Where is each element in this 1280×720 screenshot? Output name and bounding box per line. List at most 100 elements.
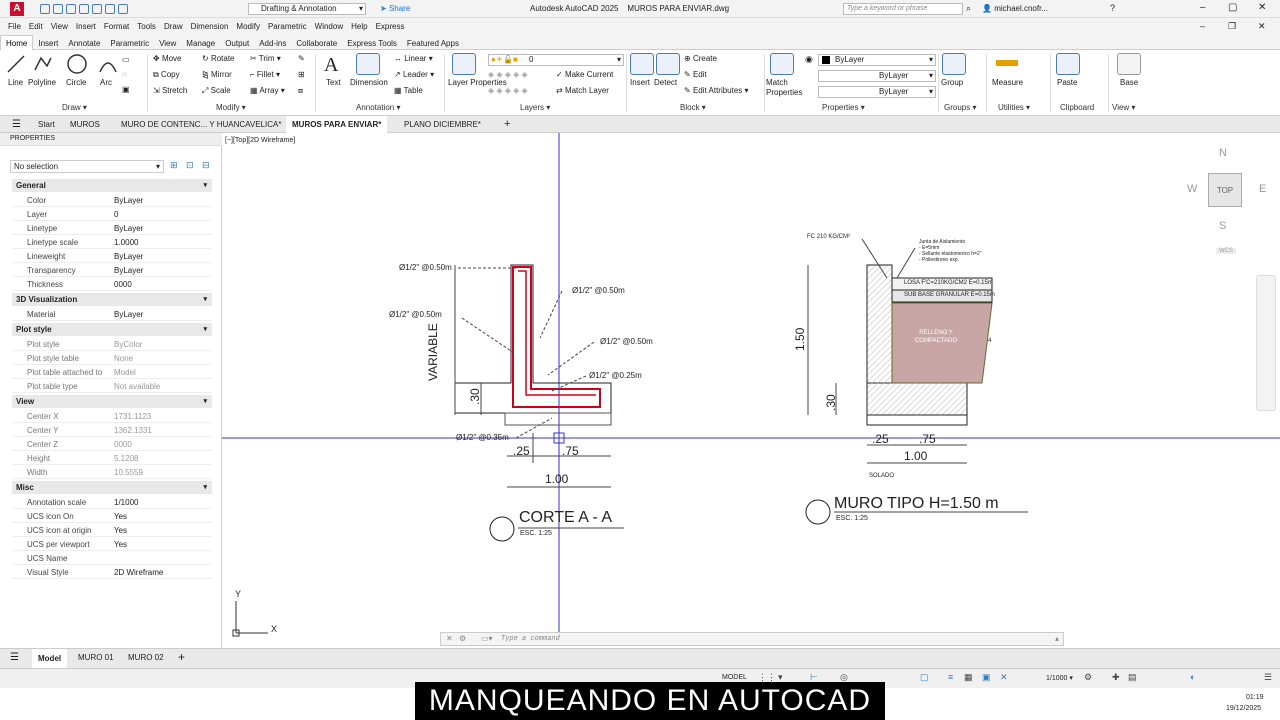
viewcube-south[interactable]: S (1219, 220, 1226, 232)
search-icon[interactable]: ⌕ (966, 3, 971, 14)
transparency-icon[interactable]: ▦ (964, 672, 973, 683)
menu-tools[interactable]: Tools (137, 18, 156, 35)
select-objects-icon[interactable]: ⊡ (186, 160, 194, 171)
isolate-icon[interactable]: ◐ (1190, 672, 1195, 682)
measure-button[interactable]: Measure (992, 78, 1023, 87)
annotation-visibility-icon[interactable]: ✕ (1000, 672, 1008, 683)
leader-button[interactable]: ↗ Leader ▾ (394, 70, 434, 79)
plot-icon[interactable] (92, 4, 102, 14)
modify-panel-title[interactable]: Modify ▾ (216, 103, 246, 112)
layer-dropdown[interactable]: ●☀🔓■ 0 ▾ (488, 54, 624, 66)
rotate-button[interactable]: ↻ Rotate (202, 54, 235, 63)
property-row[interactable]: UCS Name (12, 551, 212, 565)
region-icon[interactable]: ▣ (122, 85, 130, 94)
property-row[interactable]: UCS icon at origin Yes (12, 523, 212, 537)
property-row[interactable]: Lineweight ByLayer (12, 249, 212, 263)
lineweight-icon[interactable]: ≡ (948, 672, 953, 682)
section-misc[interactable]: Misc ▾ (12, 481, 212, 494)
tab-annotate[interactable]: Annotate (63, 36, 105, 51)
section-visual3d[interactable]: 3D Visualization ▾ (12, 293, 212, 306)
layer-tools-2-icon[interactable]: ◈ ◈ ◈ ◈ ◈ (488, 86, 528, 95)
tab-insert[interactable]: Insert (33, 36, 63, 51)
new-icon[interactable] (40, 4, 50, 14)
property-row[interactable]: UCS icon On Yes (12, 509, 212, 523)
viewcube-east[interactable]: E (1259, 183, 1266, 195)
groups-panel-title[interactable]: Groups ▾ (944, 103, 976, 112)
array-button[interactable]: ▦ Array ▾ (250, 86, 285, 95)
maximize-button[interactable]: ▢ (1228, 2, 1237, 13)
property-row[interactable]: Color ByLayer (12, 193, 212, 207)
units-icon[interactable]: ▤ (1128, 672, 1137, 683)
hamburger-menu-icon[interactable]: ☰ (6, 116, 27, 133)
menu-view[interactable]: View (51, 18, 68, 35)
save-icon[interactable] (66, 4, 76, 14)
linetype-dropdown[interactable]: ByLayer ▾ (818, 70, 936, 82)
tab-featured-apps[interactable]: Featured Apps (402, 36, 464, 51)
collapse-icon[interactable]: ▾ (203, 295, 207, 303)
hatch-icon[interactable]: ◌ (122, 70, 127, 79)
make-current-button[interactable]: ✓ Make Current (556, 70, 613, 79)
undo-icon[interactable] (105, 4, 115, 14)
viewcube-top-face[interactable]: TOP (1208, 173, 1242, 207)
doc-minimize-button[interactable]: – (1200, 21, 1205, 31)
customize-icon[interactable]: ☰ (1264, 672, 1272, 683)
viewcube-north[interactable]: N (1219, 147, 1227, 159)
menu-draw[interactable]: Draw (164, 18, 183, 35)
property-row[interactable]: Thickness 0000 (12, 277, 212, 291)
base-button[interactable]: Base (1120, 78, 1138, 87)
tab-home[interactable]: Home (0, 35, 34, 51)
share-button[interactable]: ➤ Share (380, 4, 410, 13)
menu-insert[interactable]: Insert (76, 18, 96, 35)
collapse-icon[interactable]: ▾ (203, 181, 207, 189)
property-row[interactable]: Visual Style 2D Wireframe (12, 565, 212, 579)
offset-icon[interactable]: ⧈ (298, 86, 303, 96)
doc-restore-button[interactable]: ❐ (1228, 21, 1236, 32)
annotation-panel-title[interactable]: Annotation ▾ (356, 103, 401, 112)
tab-start[interactable]: Start (32, 116, 61, 133)
menu-express[interactable]: Express (376, 18, 405, 35)
mirror-button[interactable]: ⧎ Mirror (202, 70, 232, 79)
tab-manage[interactable]: Manage (181, 36, 220, 51)
trim-button[interactable]: ✂ Trim ▾ (250, 54, 281, 63)
create-block-button[interactable]: ⊕ Create (684, 54, 717, 63)
rectangle-icon[interactable]: ▭ (122, 55, 130, 64)
property-row[interactable]: Plot style ByColor (12, 337, 212, 351)
tab-express-tools[interactable]: Express Tools (342, 36, 402, 51)
section-plotstyle[interactable]: Plot style ▾ (12, 323, 212, 336)
pickadd-icon[interactable]: ⊟ (202, 160, 210, 171)
wrench-icon[interactable]: ⚙ (459, 634, 466, 643)
edit-attributes-button[interactable]: ✎ Edit Attributes ▾ (684, 86, 749, 95)
insert-icon[interactable] (630, 53, 654, 75)
measure-icon[interactable] (996, 60, 1018, 66)
chevron-up-icon[interactable]: ▴ (1055, 634, 1059, 643)
dimension-icon[interactable] (356, 53, 380, 75)
tab-plano-diciembre[interactable]: PLANO DICIEMBRE* (398, 116, 487, 133)
base-view-icon[interactable] (1117, 53, 1141, 75)
copy-button[interactable]: ⧉ Copy (153, 70, 180, 80)
fillet-button[interactable]: ⌐ Fillet ▾ (250, 70, 280, 79)
drawing-canvas[interactable]: [−][Top][2D Wireframe] Ø1/2" @0.50m Ø1/2… (222, 133, 1280, 648)
viewcube[interactable]: N W TOP E S WCS (1182, 145, 1266, 255)
match-properties-icon[interactable] (770, 53, 794, 75)
search-input[interactable]: Type a keyword or phrase (843, 3, 963, 15)
tab-output[interactable]: Output (220, 36, 254, 51)
group-icon[interactable] (942, 53, 966, 75)
gear-icon[interactable]: ⚙ (1084, 672, 1092, 683)
tab-muro-01[interactable]: MURO 01 (78, 653, 114, 662)
redo-icon[interactable] (118, 4, 128, 14)
polyline-button[interactable] (33, 54, 53, 76)
erase-icon[interactable]: ✎ (298, 54, 305, 63)
detect-button[interactable]: Detect (654, 78, 677, 87)
doc-close-button[interactable]: ✕ (1258, 21, 1266, 32)
linear-button[interactable]: ↔ Linear ▾ (394, 54, 433, 63)
model-space-toggle[interactable]: MODEL (722, 674, 747, 681)
menu-file[interactable]: File (8, 18, 21, 35)
menu-window[interactable]: Window (315, 18, 343, 35)
text-icon[interactable]: A (324, 54, 338, 77)
lineweight-dropdown[interactable]: ByLayer ▾ (818, 86, 936, 98)
menu-parametric[interactable]: Parametric (268, 18, 307, 35)
viewcube-west[interactable]: W (1187, 183, 1197, 195)
property-row[interactable]: Layer 0 (12, 207, 212, 221)
property-row[interactable]: Transparency ByLayer (12, 263, 212, 277)
tab-model[interactable]: Model (32, 649, 68, 668)
